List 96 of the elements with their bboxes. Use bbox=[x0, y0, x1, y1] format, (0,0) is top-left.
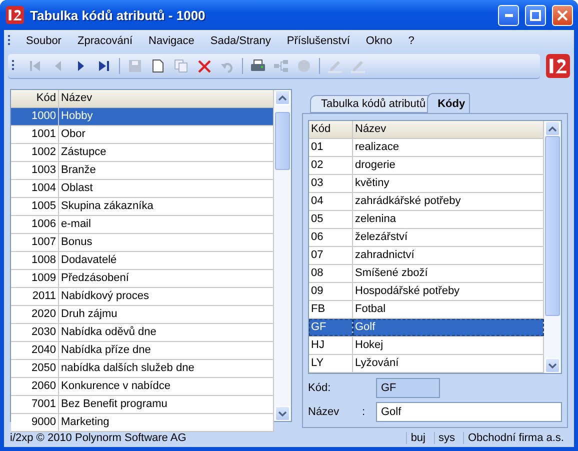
table-cell: 07 bbox=[309, 247, 353, 264]
menu-item[interactable]: Příslušenství bbox=[278, 33, 358, 49]
table-cell: realizace bbox=[353, 139, 544, 156]
close-icon bbox=[557, 10, 568, 20]
table-cell: 08 bbox=[309, 265, 353, 282]
table-cell: zelenina bbox=[353, 211, 544, 228]
scroll-up-icon[interactable] bbox=[548, 126, 557, 132]
table-cell: zahradnictví bbox=[353, 247, 544, 264]
name-field[interactable]: Golf bbox=[376, 402, 562, 422]
table-cell: Skupina zákazníka bbox=[59, 198, 274, 215]
menu-item[interactable]: ? bbox=[400, 33, 422, 49]
table-cell: e-mail bbox=[59, 216, 274, 233]
colon-label: : bbox=[362, 406, 366, 418]
scrollbar[interactable] bbox=[544, 121, 561, 373]
table-cell: květiny bbox=[353, 175, 544, 192]
save-icon bbox=[128, 59, 142, 73]
table-cell: Zástupce bbox=[59, 144, 274, 161]
table-cell: Hobby bbox=[59, 108, 274, 125]
column-header[interactable]: Název bbox=[59, 90, 274, 107]
menu-item[interactable]: Navigace bbox=[140, 33, 202, 49]
maximize-icon bbox=[530, 10, 541, 20]
logo-icon bbox=[546, 54, 570, 78]
table-cell: Dodavatelé bbox=[59, 252, 274, 269]
table-cell: Smíšené zboží bbox=[353, 265, 544, 282]
scroll-thumb[interactable] bbox=[545, 136, 560, 316]
delete-icon bbox=[198, 60, 210, 72]
table-cell: Branže bbox=[59, 162, 274, 179]
scroll-down-icon[interactable] bbox=[548, 362, 557, 368]
table-cell: Nabídka oděvů dne bbox=[59, 324, 274, 341]
code-field[interactable]: GF bbox=[376, 378, 440, 398]
menu-item[interactable]: Zpracování bbox=[69, 33, 141, 49]
scroll-up-icon[interactable] bbox=[278, 94, 287, 100]
printer-icon bbox=[250, 59, 266, 73]
scrollbar[interactable] bbox=[274, 90, 291, 421]
table-cell: železářství bbox=[353, 229, 544, 246]
logo-icon bbox=[6, 6, 24, 24]
first-record-icon bbox=[29, 60, 41, 72]
table-cell: 04 bbox=[309, 193, 353, 210]
column-header[interactable]: Kód bbox=[309, 121, 353, 138]
window-title: Tabulka kódů atributů - 1000 bbox=[30, 8, 206, 22]
table-cell: Nabídkový proces bbox=[59, 288, 274, 305]
table-cell: zahrádkářské potřeby bbox=[353, 193, 544, 210]
table-cell: Bonus bbox=[59, 234, 274, 251]
pen-icon bbox=[350, 59, 366, 73]
table-cell: Hospodářské potřeby bbox=[353, 283, 544, 300]
table-cell: Oblast bbox=[59, 180, 274, 197]
copy-icon bbox=[174, 59, 188, 73]
table-cell: 1000 bbox=[11, 108, 59, 125]
table-cell: nabídka dalších služeb dne bbox=[59, 360, 274, 377]
table-cell: Golf bbox=[353, 319, 544, 336]
minimize-icon bbox=[504, 14, 512, 16]
menu-item[interactable]: Okno bbox=[358, 33, 400, 49]
copyright-text: i/2xp © 2010 Polynorm Software AG bbox=[9, 432, 188, 444]
table-cell: Nabídka příze dne bbox=[59, 342, 274, 359]
field-label: Název bbox=[308, 406, 340, 418]
company-text: Obchodní firma a.s. bbox=[463, 432, 572, 444]
field-label: Kód: bbox=[308, 382, 332, 394]
pen-icon bbox=[327, 59, 343, 73]
menu-item[interactable]: Sada/Strany bbox=[202, 33, 279, 49]
table-cell: GF bbox=[309, 319, 353, 336]
hierarchy-icon bbox=[273, 59, 289, 73]
table-cell: 02 bbox=[309, 157, 353, 174]
new-page-icon bbox=[152, 59, 164, 73]
tab[interactable]: Tabulka kódů atributů bbox=[310, 95, 431, 113]
table-cell: Předzásobení bbox=[59, 270, 274, 287]
column-header[interactable]: Název bbox=[353, 121, 544, 138]
user-text: buj bbox=[406, 432, 434, 444]
table-cell: 01 bbox=[309, 139, 353, 156]
table-cell: 09 bbox=[309, 283, 353, 300]
minimize-button[interactable] bbox=[498, 4, 519, 26]
table-cell: FB bbox=[309, 301, 353, 318]
table-cell: 03 bbox=[309, 175, 353, 192]
table-cell: 9000 bbox=[11, 414, 59, 431]
table-cell: LY bbox=[309, 355, 353, 372]
maximize-button[interactable] bbox=[525, 4, 546, 26]
scroll-thumb[interactable] bbox=[275, 112, 290, 170]
table-cell: Fotbal bbox=[353, 301, 544, 318]
table-cell: Hokej bbox=[353, 337, 544, 354]
table-cell: Druh zájmu bbox=[59, 306, 274, 323]
table-cell: Lyžování bbox=[353, 355, 544, 372]
tab[interactable]: Kódy bbox=[426, 93, 470, 113]
last-record-icon bbox=[98, 60, 110, 72]
table-cell: 05 bbox=[309, 211, 353, 228]
close-button[interactable] bbox=[552, 4, 573, 26]
table-cell: Konkurence v nabídce bbox=[59, 378, 274, 395]
table-cell: Obor bbox=[59, 126, 274, 143]
table-cell: drogerie bbox=[353, 157, 544, 174]
scroll-down-icon[interactable] bbox=[278, 410, 287, 416]
column-header[interactable]: Kód bbox=[11, 90, 59, 107]
table-cell: Bez Benefit programu bbox=[59, 396, 274, 413]
disc-icon bbox=[297, 59, 311, 73]
table-cell: 06 bbox=[309, 229, 353, 246]
table-cell: HJ bbox=[309, 337, 353, 354]
menu-item[interactable]: Soubor bbox=[18, 33, 70, 49]
system-text: sys bbox=[434, 432, 463, 444]
table-cell: Marketing bbox=[59, 414, 274, 431]
